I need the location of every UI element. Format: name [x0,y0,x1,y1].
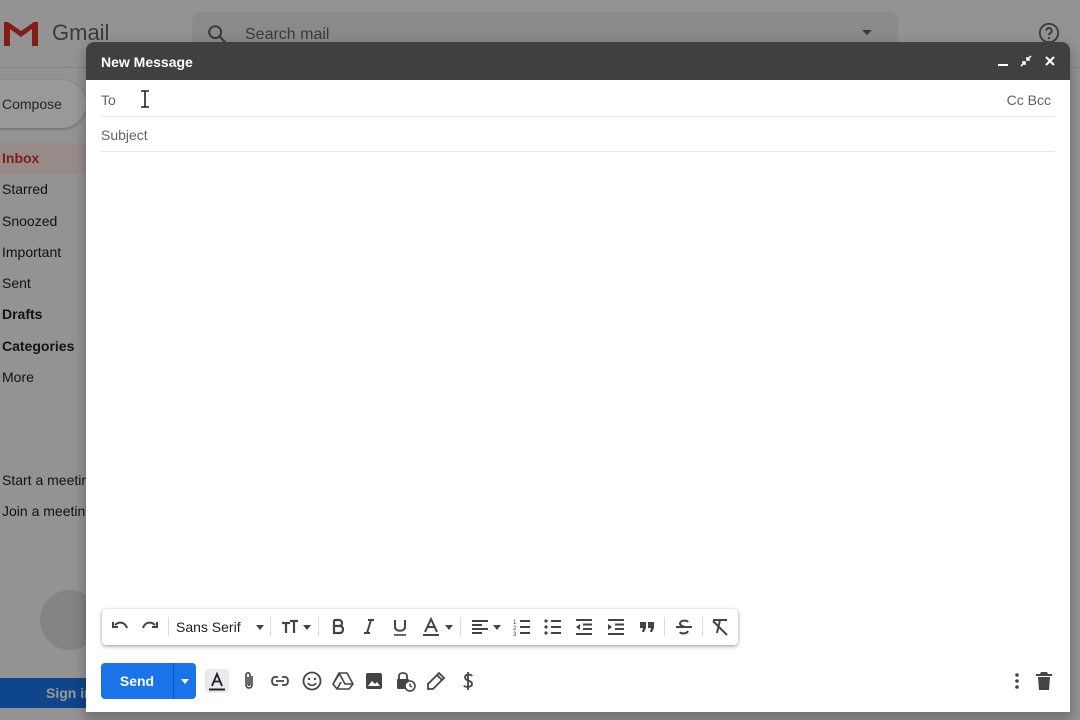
close-icon[interactable] [1043,54,1057,68]
send-options-icon [181,679,189,684]
google-drive-icon[interactable] [331,669,355,693]
indent-more-icon[interactable] [606,617,626,637]
discard-draft-icon[interactable] [1032,669,1056,693]
message-body[interactable] [101,154,1055,604]
bulleted-list-icon[interactable] [543,617,563,637]
bold-icon[interactable] [328,617,348,637]
insert-photo-icon[interactable] [362,669,386,693]
toolbar-divider [664,617,665,637]
svg-text:3: 3 [513,632,517,637]
text-color-dropdown-icon[interactable] [445,625,453,630]
minimize-icon[interactable] [996,54,1010,68]
font-size-icon[interactable] [280,617,300,637]
signature-icon[interactable] [424,669,448,693]
redo-icon[interactable] [140,617,160,637]
underline-icon[interactable] [390,617,410,637]
italic-icon[interactable] [359,617,379,637]
confidential-mode-icon[interactable] [393,669,417,693]
toolbar-divider [168,617,169,637]
send-button[interactable]: Send [101,663,173,699]
numbered-list-icon[interactable]: 1 2 3 [512,617,532,637]
to-label: To [101,92,116,108]
undo-icon[interactable] [110,617,130,637]
compose-window: New Message To Cc Bcc Subject Sans Serif… [86,42,1070,712]
text-cursor-icon [141,90,149,108]
font-family-select[interactable]: Sans Serif [176,619,241,635]
quote-icon[interactable] [637,617,657,637]
attach-file-icon[interactable] [237,669,261,693]
font-size-dropdown-icon[interactable] [303,625,311,630]
toolbar-divider [460,617,461,637]
send-money-icon[interactable] [456,669,480,693]
to-field[interactable]: To Cc Bcc [101,81,1055,117]
text-color-icon[interactable] [421,617,441,637]
subject-field[interactable]: Subject [101,116,1055,152]
emoji-icon[interactable] [300,669,324,693]
subject-input[interactable]: Subject [101,127,148,143]
exit-fullscreen-icon[interactable] [1019,54,1033,68]
formatting-toolbar: Sans Serif 1 2 3 [102,609,738,645]
cc-bcc-link[interactable]: Cc Bcc [1007,92,1051,108]
toolbar-divider [270,617,271,637]
more-options-icon[interactable] [1005,669,1029,693]
send-options-button[interactable] [173,663,196,699]
align-dropdown-icon[interactable] [493,625,501,630]
remove-formatting-icon[interactable] [710,617,730,637]
compose-title: New Message [101,54,193,70]
compose-header: New Message [86,42,1070,80]
toolbar-divider [318,617,319,637]
strikethrough-icon[interactable] [674,617,694,637]
indent-less-icon[interactable] [574,617,594,637]
toolbar-divider [702,617,703,637]
align-icon[interactable] [470,617,490,637]
formatting-options-icon[interactable] [205,669,229,693]
insert-link-icon[interactable] [268,669,292,693]
font-dropdown-icon[interactable] [256,625,264,630]
